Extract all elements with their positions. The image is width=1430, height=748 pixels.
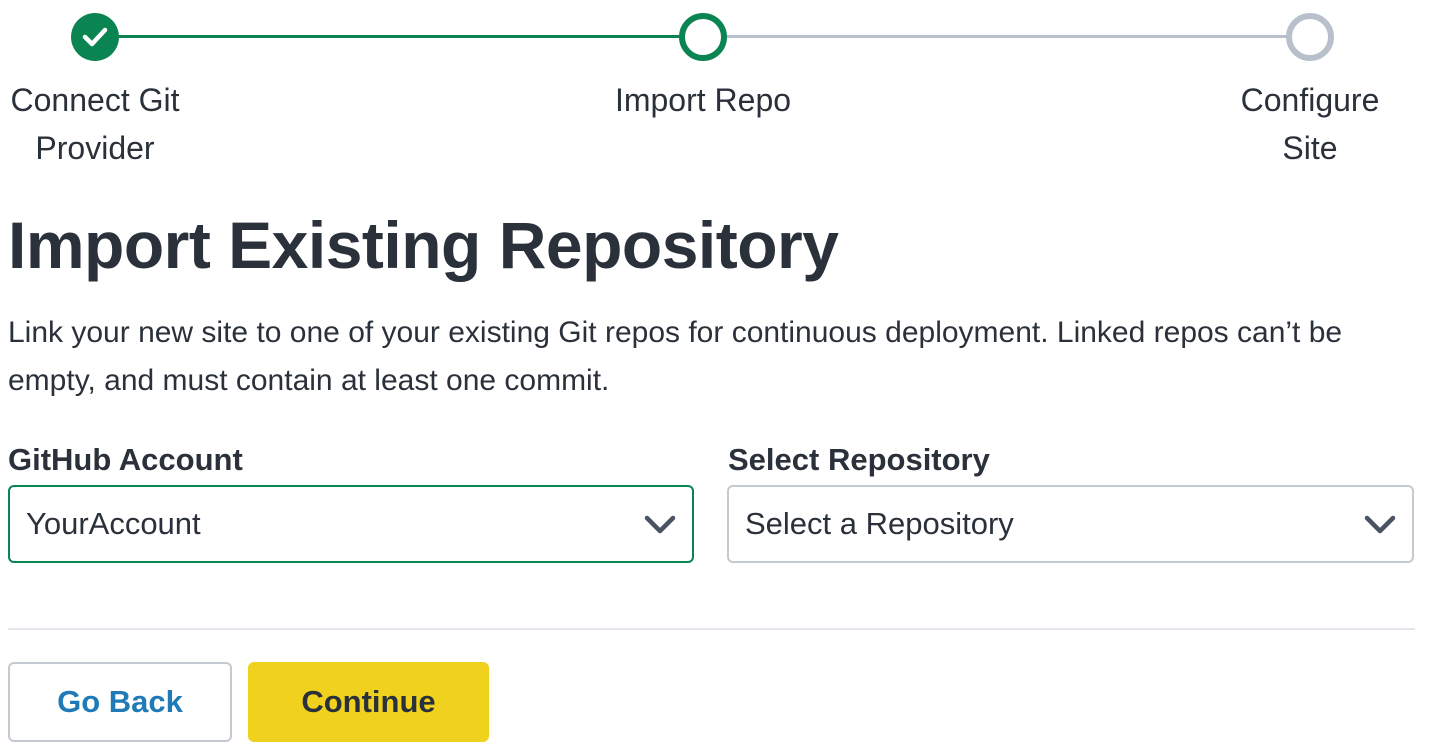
stepper-line-pending: [703, 35, 1310, 38]
github-account-label: GitHub Account: [8, 442, 243, 477]
chevron-down-icon: [1364, 515, 1396, 534]
repository-select[interactable]: Select a Repository: [727, 485, 1414, 563]
step-2-indicator: [679, 13, 727, 61]
step-2-label: Import Repo: [614, 82, 792, 118]
go-back-button[interactable]: Go Back: [8, 662, 232, 742]
github-account-select[interactable]: YourAccount: [8, 485, 694, 563]
stepper-line-completed: [95, 35, 703, 38]
import-repo-page: Connect Git Provider Import Repo Configu…: [0, 0, 1430, 748]
chevron-down-icon: [644, 515, 676, 534]
section-divider: [8, 628, 1415, 630]
step-1-label: Connect Git Provider: [10, 82, 180, 166]
progress-stepper: Connect Git Provider Import Repo Configu…: [0, 0, 1430, 175]
step-3-indicator: [1286, 13, 1334, 61]
check-icon: [82, 27, 108, 47]
step-3-label: Configure Site: [1240, 82, 1380, 166]
select-repository-label: Select Repository: [728, 442, 990, 477]
step-1-indicator: [71, 13, 119, 61]
continue-button[interactable]: Continue: [248, 662, 489, 742]
repository-placeholder: Select a Repository: [745, 506, 1014, 541]
github-account-value: YourAccount: [26, 506, 201, 541]
page-description: Link your new site to one of your existi…: [8, 316, 1343, 397]
page-title: Import Existing Repository: [8, 208, 839, 282]
